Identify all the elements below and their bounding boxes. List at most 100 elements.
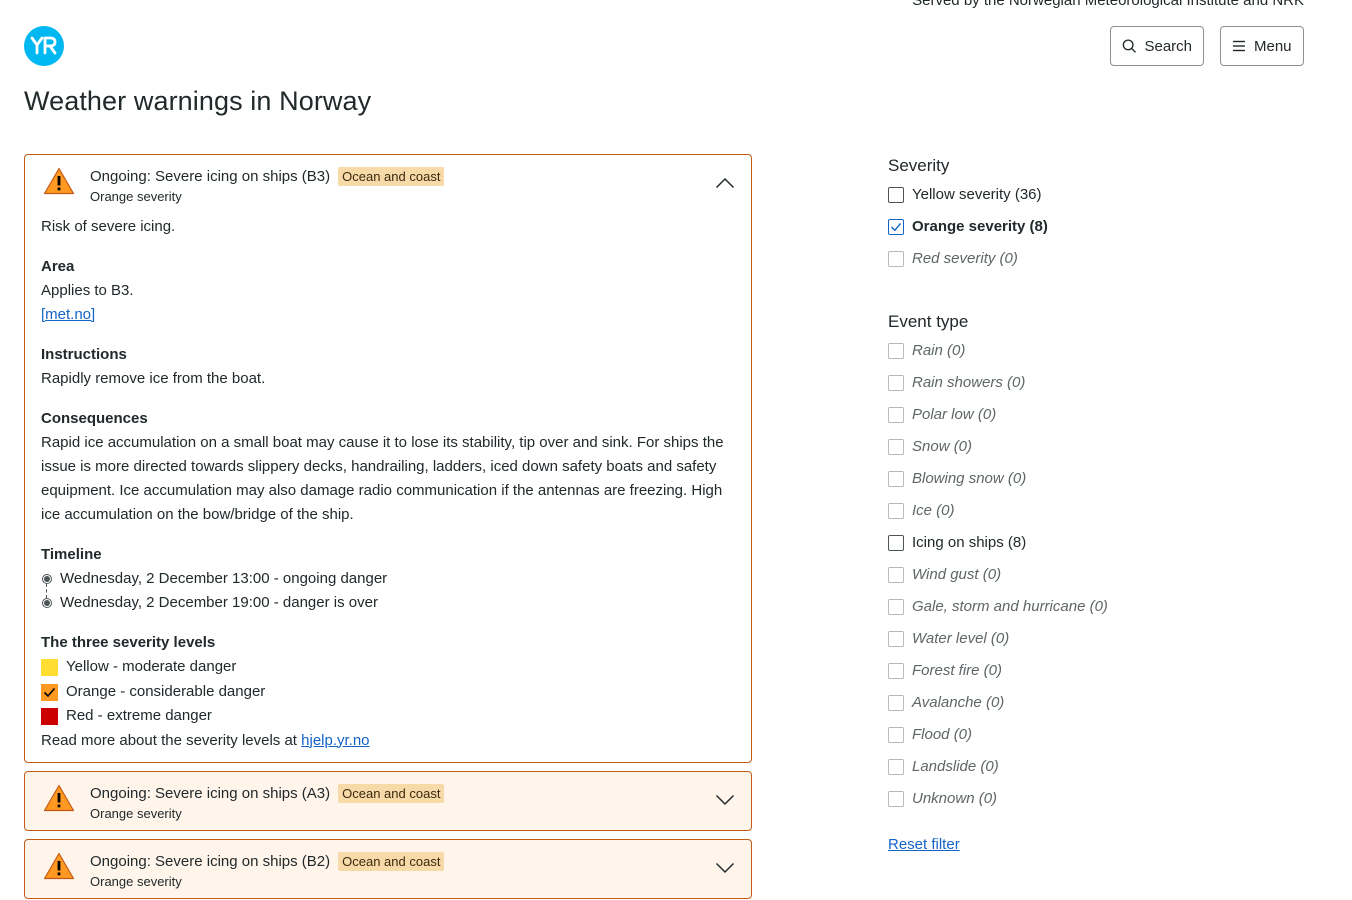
severity-levels-section: The three severity levels Yellow - moder… bbox=[41, 631, 735, 753]
area-badge: Ocean and coast bbox=[338, 167, 445, 186]
read-more: Read more about the severity levels at h… bbox=[41, 729, 735, 753]
timeline-dot-icon bbox=[42, 574, 52, 584]
chevron-down-icon[interactable] bbox=[715, 794, 735, 806]
warning-title-row: Ongoing: Severe icing on ships (B3) Ocea… bbox=[90, 167, 445, 186]
consequences-section: Consequences Rapid ice accumulation on a… bbox=[41, 407, 735, 527]
checkbox-icon bbox=[888, 407, 904, 423]
filter-option-label: Icing on ships (8) bbox=[912, 533, 1027, 551]
severity-filter-heading: Severity bbox=[888, 156, 950, 175]
checkbox-icon bbox=[888, 791, 904, 807]
filter-option-blowing-snow: Blowing snow (0) bbox=[888, 462, 1308, 494]
consequences-text: Rapid ice accumulation on a small boat m… bbox=[41, 434, 724, 523]
filter-option-water-level: Water level (0) bbox=[888, 622, 1308, 654]
instructions-text: Rapidly remove ice from the boat. bbox=[41, 370, 266, 387]
checkbox-icon bbox=[888, 727, 904, 743]
yr-logo-icon bbox=[30, 36, 57, 55]
filter-option-rain-showers: Rain showers (0) bbox=[888, 366, 1308, 398]
met-no-link[interactable]: [met.no] bbox=[41, 306, 95, 323]
checkbox-icon bbox=[888, 251, 904, 267]
filter-option-label: Forest fire (0) bbox=[912, 661, 1003, 679]
warning-severity: Orange severity bbox=[90, 805, 182, 821]
area-badge: Ocean and coast bbox=[338, 851, 445, 871]
search-button[interactable]: Search bbox=[1110, 26, 1204, 66]
severity-level-label: Orange - considerable danger bbox=[66, 682, 266, 700]
warning-details: Risk of severe icing. Area Applies to B3… bbox=[25, 213, 751, 762]
filter-option-label: Red severity (0) bbox=[912, 249, 1018, 267]
checkbox-icon bbox=[888, 567, 904, 583]
hjelp-yr-link[interactable]: hjelp.yr.no bbox=[301, 732, 369, 749]
warning-card-header[interactable]: Ongoing: Severe icing on ships (B3) Ocea… bbox=[25, 155, 751, 213]
filter-option-ice: Ice (0) bbox=[888, 494, 1308, 526]
search-button-label: Search bbox=[1144, 37, 1192, 55]
area-text: Applies to B3. bbox=[41, 282, 134, 299]
filter-option-label: Ice (0) bbox=[912, 501, 955, 519]
filter-option-flood: Flood (0) bbox=[888, 718, 1308, 750]
filter-option-yellow-severity[interactable]: Yellow severity (36) bbox=[888, 178, 1308, 210]
instructions-heading: Instructions bbox=[41, 346, 127, 363]
filter-option-snow: Snow (0) bbox=[888, 430, 1308, 462]
warning-card-header[interactable]: Ongoing: Severe icing on ships (B2) Ocea… bbox=[25, 840, 751, 898]
filter-option-label: Wind gust (0) bbox=[912, 565, 1002, 583]
instructions-section: Instructions Rapidly remove ice from the… bbox=[41, 343, 735, 391]
checkbox-icon[interactable] bbox=[888, 535, 904, 551]
checkbox-icon bbox=[888, 375, 904, 391]
filter-option-label: Landslide (0) bbox=[912, 757, 999, 775]
checkbox-icon bbox=[888, 695, 904, 711]
checkbox-icon bbox=[888, 471, 904, 487]
filter-option-label: Blowing snow (0) bbox=[912, 469, 1027, 487]
severity-level-red: Red - extreme danger bbox=[41, 704, 735, 729]
checkbox-icon bbox=[888, 343, 904, 359]
filter-option-icing-on-ships[interactable]: Icing on ships (8) bbox=[888, 526, 1308, 558]
timeline-dot-icon bbox=[42, 598, 52, 608]
event-type-filter-heading: Event type bbox=[888, 312, 969, 331]
reset-filter-link[interactable]: Reset filter bbox=[888, 836, 960, 853]
area-badge: Ocean and coast bbox=[338, 783, 445, 803]
checkbox-icon bbox=[888, 439, 904, 455]
event-type-filter-list: Rain (0) Rain showers (0) Polar low (0) Sno… bbox=[888, 334, 1308, 814]
severity-level-orange: Orange - considerable danger bbox=[41, 680, 735, 705]
warning-severity: Orange severity bbox=[90, 873, 182, 889]
filter-option-label: Gale, storm and hurricane (0) bbox=[912, 597, 1108, 615]
warning-title-row: Ongoing: Severe icing on ships (B2) Ocea… bbox=[90, 851, 445, 871]
filter-option-label: Polar low (0) bbox=[912, 405, 997, 423]
filter-option-label: Rain showers (0) bbox=[912, 373, 1026, 391]
warning-card[interactable]: Ongoing: Severe icing on ships (B2) Ocea… bbox=[24, 838, 752, 899]
search-icon bbox=[1122, 39, 1136, 53]
chevron-up-icon[interactable] bbox=[715, 177, 735, 189]
warning-description: Risk of severe icing. bbox=[41, 218, 176, 235]
filter-sidebar: Severity Yellow severity (36) Orange seve… bbox=[888, 154, 1308, 854]
filter-option-orange-severity[interactable]: Orange severity (8) bbox=[888, 210, 1308, 242]
filter-option-rain: Rain (0) bbox=[888, 334, 1308, 366]
yellow-swatch-icon bbox=[41, 659, 58, 676]
warning-card[interactable]: Ongoing: Severe icing on ships (A3) Ocea… bbox=[24, 770, 752, 831]
warning-card-header[interactable]: Ongoing: Severe icing on ships (A3) Ocea… bbox=[25, 772, 751, 830]
filter-option-landslide: Landslide (0) bbox=[888, 750, 1308, 782]
warning-title-row: Ongoing: Severe icing on ships (A3) Ocea… bbox=[90, 783, 445, 803]
timeline-text: Wednesday, 2 December 13:00 - ongoing da… bbox=[60, 570, 388, 587]
filter-option-label: Unknown (0) bbox=[912, 789, 998, 807]
checkbox-icon[interactable] bbox=[888, 187, 904, 203]
checkbox-icon bbox=[888, 599, 904, 615]
area-section: Area Applies to B3. [met.no] bbox=[41, 255, 735, 327]
filter-option-label: Snow (0) bbox=[912, 437, 973, 455]
warning-title: Ongoing: Severe icing on ships (B3) bbox=[90, 168, 331, 185]
filter-option-label: Water level (0) bbox=[912, 629, 1010, 647]
timeline-item: Wednesday, 2 December 13:00 - ongoing da… bbox=[41, 567, 735, 598]
filter-option-label: Avalanche (0) bbox=[912, 693, 1005, 711]
severity-filter-list: Yellow severity (36) Orange severity (8) R… bbox=[888, 178, 1308, 274]
warning-title: Ongoing: Severe icing on ships (A3) bbox=[90, 784, 331, 802]
filter-option-gale-storm-and-hurricane: Gale, storm and hurricane (0) bbox=[888, 590, 1308, 622]
orange-check-swatch-icon bbox=[41, 683, 58, 701]
menu-button[interactable]: Menu bbox=[1220, 26, 1304, 66]
checkbox-checked-icon[interactable] bbox=[888, 219, 904, 235]
filter-option-wind-gust: Wind gust (0) bbox=[888, 558, 1308, 590]
menu-button-label: Menu bbox=[1254, 37, 1292, 55]
yr-logo[interactable] bbox=[24, 26, 64, 66]
severity-levels-heading: The three severity levels bbox=[41, 634, 216, 651]
severity-level-yellow: Yellow - moderate danger bbox=[41, 655, 735, 680]
chevron-down-icon[interactable] bbox=[715, 862, 735, 874]
filter-option-avalanche: Avalanche (0) bbox=[888, 686, 1308, 718]
page-title: Weather warnings in Norway bbox=[24, 86, 372, 116]
red-swatch-icon bbox=[41, 708, 58, 725]
filter-option-label: Yellow severity (36) bbox=[912, 185, 1042, 203]
